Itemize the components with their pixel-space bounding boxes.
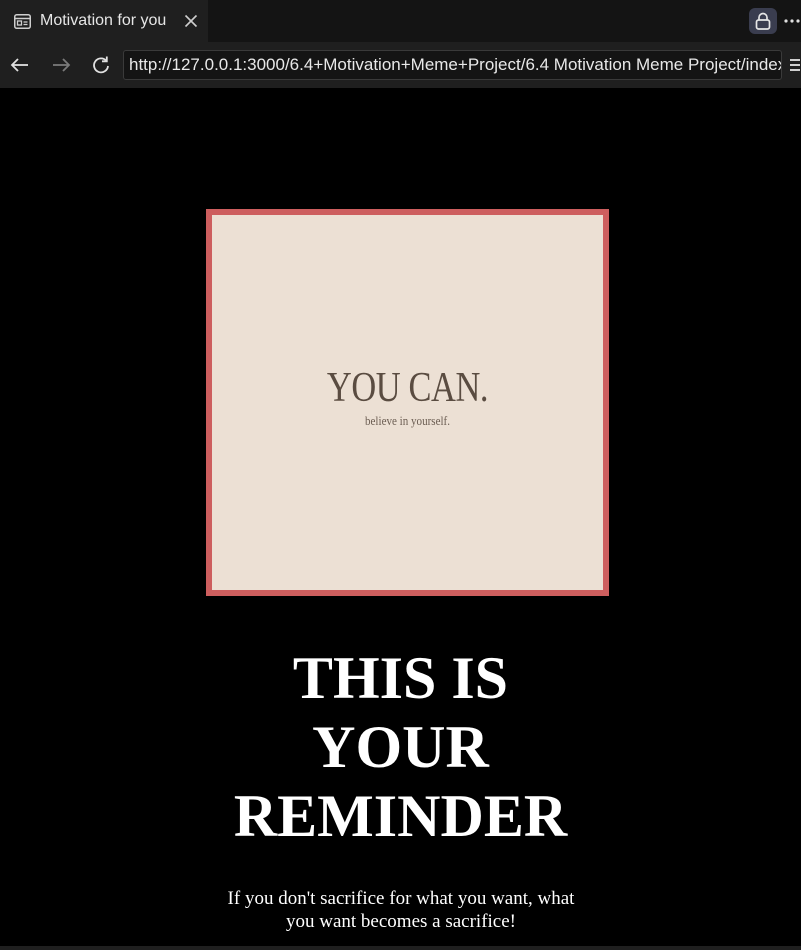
arrow-left-icon[interactable]	[6, 51, 34, 79]
page-icon	[13, 12, 31, 30]
close-icon[interactable]	[180, 10, 202, 32]
meme-image: YOU CAN. believe in yourself.	[206, 209, 609, 596]
meme-sub-text: believe in yourself.	[365, 413, 450, 428]
quote-line: you want becomes a sacrifice!	[285, 911, 516, 932]
meme-main-text: YOU CAN.	[326, 365, 489, 411]
menu-icon[interactable]	[790, 55, 801, 75]
page-headline: THIS IS YOUR REMINDER	[0, 644, 801, 851]
quote-text: If you don't sacrifice for what you want…	[200, 887, 602, 933]
page-viewport: YOU CAN. believe in yourself. THIS IS YO…	[0, 88, 801, 950]
reload-icon[interactable]	[87, 51, 115, 79]
tab-bar: Motivation for you	[0, 0, 801, 42]
window-bottom-edge	[0, 946, 801, 950]
tab-active[interactable]: Motivation for you	[0, 0, 208, 42]
tab-title: Motivation for you	[40, 12, 167, 29]
browser-chrome: Motivation for you http://127.0.0.1:3000…	[0, 0, 801, 88]
headline-line: THIS IS	[292, 645, 509, 711]
more-icon[interactable]	[783, 8, 801, 34]
headline-line: YOUR	[312, 714, 489, 780]
headline-line: REMINDER	[233, 783, 568, 849]
navigation-bar: http://127.0.0.1:3000/6.4+Motivation+Mem…	[0, 42, 801, 88]
quote-line: If you don't sacrifice for what you want…	[227, 888, 575, 909]
arrow-right-icon[interactable]	[47, 51, 75, 79]
address-bar[interactable]: http://127.0.0.1:3000/6.4+Motivation+Mem…	[123, 50, 782, 80]
lock-icon[interactable]	[749, 8, 777, 34]
